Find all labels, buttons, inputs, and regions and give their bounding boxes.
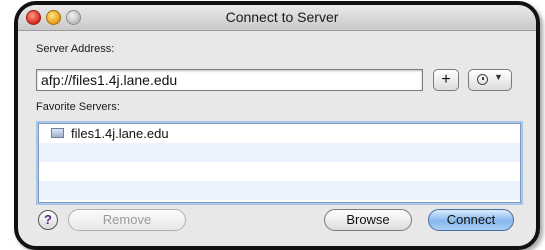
server-address-input[interactable]: afp://files1.4j.lane.edu [36, 69, 423, 91]
title-bar[interactable]: Connect to Server [18, 5, 536, 31]
browse-button[interactable]: Browse [324, 209, 412, 231]
add-to-favorites-button[interactable]: + [433, 69, 459, 91]
favorite-servers-label: Favorite Servers: [36, 101, 120, 113]
server-address-label: Server Address: [36, 43, 115, 55]
remove-button[interactable]: Remove [68, 209, 186, 231]
recent-servers-button[interactable]: ▼ [468, 69, 512, 91]
clock-icon [477, 74, 488, 85]
help-button[interactable]: ? [38, 210, 58, 230]
empty-list-row [39, 162, 520, 181]
favorite-server-label: files1.4j.lane.edu [71, 126, 169, 141]
chevron-down-icon: ▼ [494, 72, 503, 82]
connect-to-server-window: Connect to Server Server Address: afp://… [14, 1, 540, 250]
empty-list-row [39, 181, 520, 200]
window-title: Connect to Server [225, 9, 339, 25]
server-icon [51, 128, 64, 138]
connect-button[interactable]: Connect [428, 209, 514, 231]
favorite-servers-list[interactable]: files1.4j.lane.edu [38, 123, 521, 203]
empty-list-row [39, 143, 520, 162]
list-item[interactable]: files1.4j.lane.edu [39, 124, 520, 143]
